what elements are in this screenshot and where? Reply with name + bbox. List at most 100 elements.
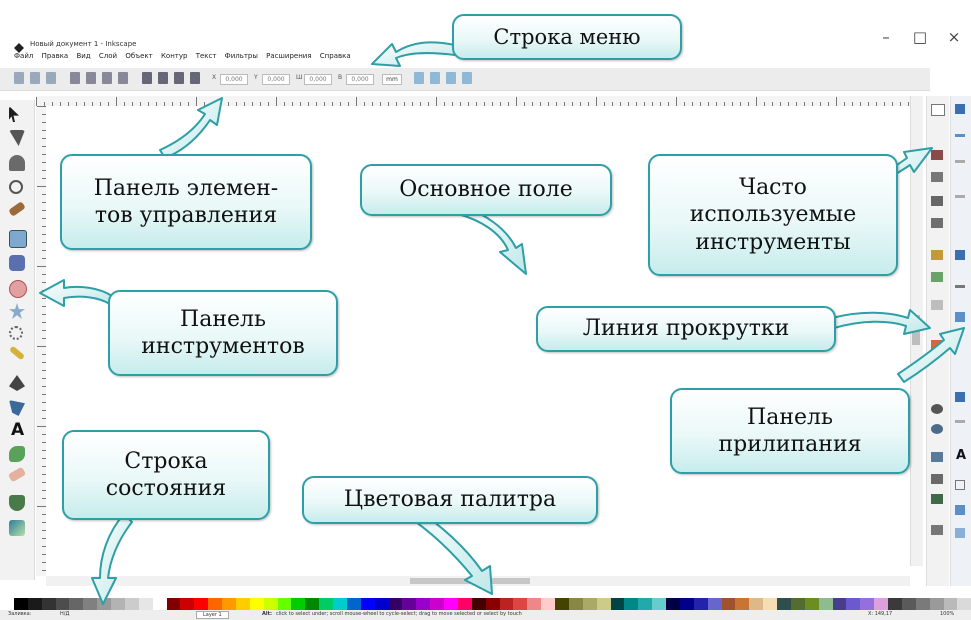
print-icon[interactable] (931, 172, 943, 182)
maximize-button[interactable]: □ (908, 28, 932, 46)
snap-bbox-edge-icon[interactable] (955, 160, 965, 163)
palette-swatch[interactable] (568, 598, 583, 610)
snap-intersections-icon[interactable] (955, 312, 965, 322)
palette-swatch[interactable] (471, 598, 486, 610)
undo-icon[interactable] (931, 250, 943, 260)
palette-swatch[interactable] (777, 598, 791, 610)
palette-swatch[interactable] (27, 598, 42, 610)
spray-icon[interactable] (9, 446, 25, 462)
snap-grid-icon[interactable] (955, 505, 965, 515)
import-icon[interactable] (931, 196, 943, 206)
zoom-field[interactable]: 100% (940, 611, 954, 617)
new-document-icon[interactable] (931, 104, 945, 116)
flip-v-icon[interactable] (118, 72, 128, 84)
menu-view[interactable]: Вид (76, 52, 90, 60)
palette-swatch[interactable] (929, 598, 944, 610)
snap-toggle-icon[interactable] (955, 104, 965, 114)
redo-icon[interactable] (931, 272, 943, 282)
palette-swatch[interactable] (0, 598, 14, 610)
palette-swatch[interactable] (721, 598, 736, 610)
vertical-scroll-thumb[interactable] (912, 315, 920, 345)
snap-paths-icon[interactable] (955, 285, 965, 288)
palette-swatch[interactable] (402, 598, 417, 610)
palette-swatch[interactable] (333, 598, 347, 610)
height-field[interactable]: 0,000 (346, 74, 374, 85)
palette-swatch[interactable] (360, 598, 375, 610)
spiral-icon[interactable] (9, 326, 23, 340)
lower-icon[interactable] (174, 72, 184, 84)
menu-extensions[interactable]: Расширения (266, 52, 311, 60)
raise-top-icon[interactable] (142, 72, 152, 84)
tweak-icon[interactable] (9, 155, 25, 171)
close-button[interactable]: × (942, 28, 966, 46)
palette-swatch[interactable] (874, 598, 888, 610)
rotate-cw-icon[interactable] (86, 72, 96, 84)
select-all-icon[interactable] (14, 72, 24, 84)
xml-editor-icon[interactable] (931, 525, 943, 535)
palette-swatch[interactable] (499, 598, 514, 610)
palette-swatch[interactable] (901, 598, 916, 610)
snap-text-baseline-icon[interactable]: A (956, 448, 966, 463)
palette-swatch[interactable] (263, 598, 278, 610)
palette-swatch[interactable] (957, 598, 971, 610)
ellipse-icon[interactable] (9, 280, 27, 298)
palette-swatch[interactable] (457, 598, 472, 610)
palette-swatch[interactable] (41, 598, 56, 610)
save-icon[interactable] (931, 150, 943, 160)
palette-swatch[interactable] (305, 598, 320, 610)
palette-swatch[interactable] (152, 598, 167, 610)
palette-swatch[interactable] (818, 598, 833, 610)
palette-swatch[interactable] (346, 598, 361, 610)
group-icon[interactable] (931, 474, 943, 484)
palette-swatch[interactable] (291, 598, 306, 610)
palette-swatch[interactable] (652, 598, 666, 610)
menu-edit[interactable]: Правка (42, 52, 69, 60)
text-icon[interactable]: A (11, 420, 24, 440)
palette-swatch[interactable] (735, 598, 750, 610)
menu-filters[interactable]: Фильтры (225, 52, 258, 60)
snap-centers-icon[interactable] (955, 420, 965, 423)
palette-swatch[interactable] (249, 598, 264, 610)
palette-swatch[interactable] (693, 598, 708, 610)
palette-swatch[interactable] (804, 598, 819, 610)
x-field[interactable]: 0,000 (220, 74, 248, 85)
palette-swatch[interactable] (888, 598, 902, 610)
lower-bottom-icon[interactable] (190, 72, 200, 84)
zoom-icon[interactable] (9, 180, 23, 194)
palette-swatch[interactable] (97, 598, 111, 610)
palette-swatch[interactable] (83, 598, 98, 610)
palette-swatch[interactable] (319, 598, 333, 610)
palette-swatch[interactable] (138, 598, 153, 610)
palette-swatch[interactable] (485, 598, 500, 610)
y-field[interactable]: 0,000 (262, 74, 290, 85)
raise-icon[interactable] (158, 72, 168, 84)
gradient-icon[interactable] (9, 520, 25, 536)
palette-swatch[interactable] (790, 598, 805, 610)
minimize-button[interactable]: – (874, 28, 898, 46)
palette-swatch[interactable] (596, 598, 611, 610)
export-icon[interactable] (931, 218, 943, 228)
palette-swatch[interactable] (666, 598, 680, 610)
scale-corners-icon[interactable] (430, 72, 440, 84)
palette-swatch[interactable] (194, 598, 209, 610)
palette-swatch[interactable] (69, 598, 84, 610)
zoom-selection-icon[interactable] (931, 404, 943, 414)
palette-swatch[interactable] (610, 598, 625, 610)
rotate-ccw-icon[interactable] (70, 72, 80, 84)
palette-swatch[interactable] (430, 598, 444, 610)
snap-bbox-icon[interactable] (955, 134, 965, 137)
paste-icon[interactable] (931, 340, 943, 350)
palette-swatch[interactable] (846, 598, 861, 610)
menu-text[interactable]: Текст (196, 52, 217, 60)
palette-swatch[interactable] (124, 598, 139, 610)
palette-swatch[interactable] (277, 598, 292, 610)
ungroup-icon[interactable] (931, 494, 943, 504)
palette-swatch[interactable] (13, 598, 28, 610)
snap-guide-icon[interactable] (955, 528, 965, 538)
move-gradients-icon[interactable] (446, 72, 456, 84)
menu-object[interactable]: Объект (125, 52, 152, 60)
palette-swatch[interactable] (222, 598, 236, 610)
bucket-icon[interactable] (9, 495, 25, 511)
palette-swatch[interactable] (416, 598, 431, 610)
duplicate-icon[interactable] (931, 452, 943, 462)
